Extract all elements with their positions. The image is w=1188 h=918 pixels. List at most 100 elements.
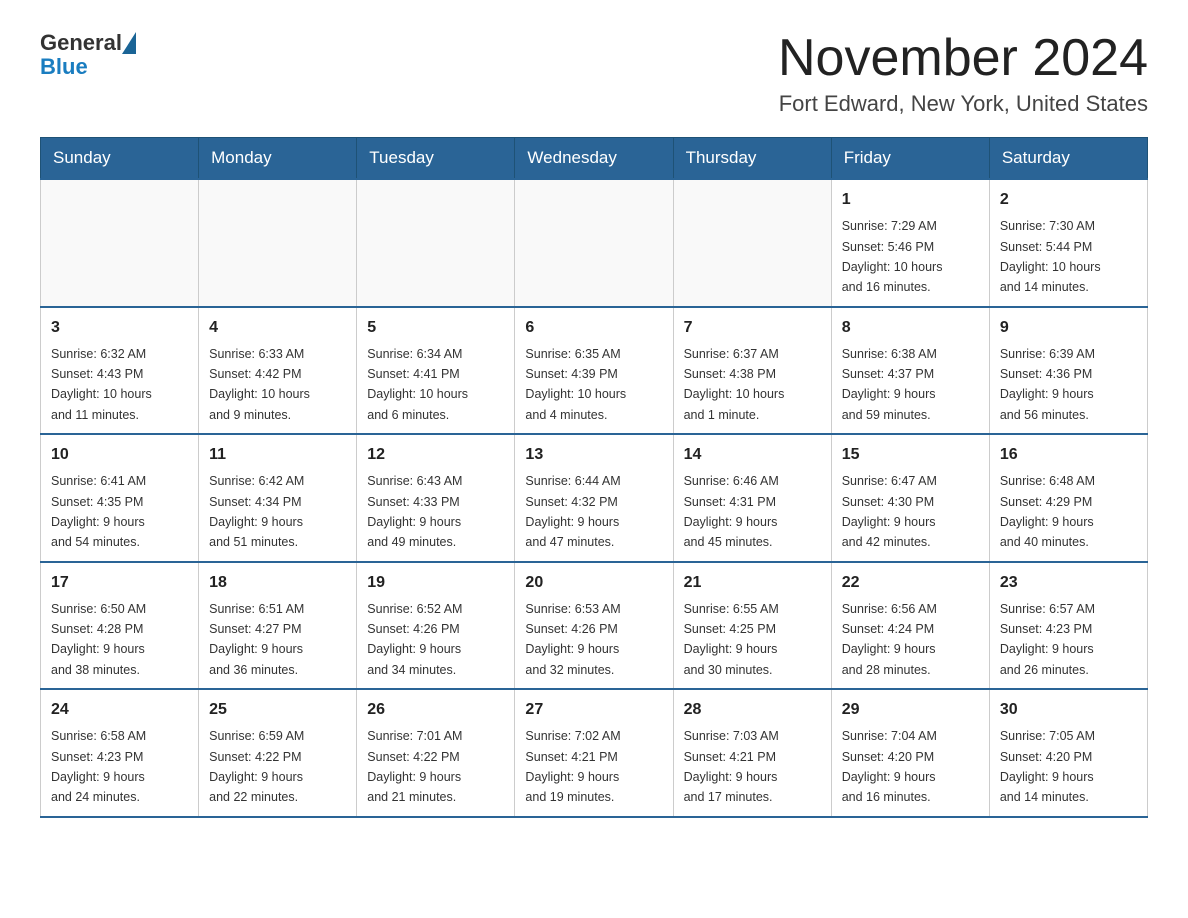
day-number: 30 — [1000, 698, 1137, 722]
calendar-day-cell: 28Sunrise: 7:03 AM Sunset: 4:21 PM Dayli… — [673, 689, 831, 817]
calendar-header-row: SundayMondayTuesdayWednesdayThursdayFrid… — [41, 138, 1148, 180]
calendar-day-cell — [357, 179, 515, 307]
calendar-day-cell — [515, 179, 673, 307]
day-info: Sunrise: 7:01 AM Sunset: 4:22 PM Dayligh… — [367, 729, 462, 804]
day-info: Sunrise: 6:51 AM Sunset: 4:27 PM Dayligh… — [209, 602, 304, 677]
day-of-week-header: Friday — [831, 138, 989, 180]
day-of-week-header: Monday — [199, 138, 357, 180]
calendar-week-row: 10 Sunrise: 6:41 AM Sunset: 4:35 PM Dayli… — [41, 434, 1148, 562]
calendar-day-cell: 16 Sunrise: 6:48 AM Sunset: 4:29 PM Dayli… — [989, 434, 1147, 562]
day-info: Sunrise: 6:34 AM Sunset: 4:41 PM Dayligh… — [367, 347, 468, 422]
calendar-table: SundayMondayTuesdayWednesdayThursdayFrid… — [40, 137, 1148, 818]
day-info: Sunrise: 6:33 AM Sunset: 4:42 PM Dayligh… — [209, 347, 310, 422]
day-number: 28 — [684, 698, 821, 722]
calendar-day-cell — [199, 179, 357, 307]
day-number: 17 — [51, 571, 188, 595]
day-info: Sunrise: 6:41 AM Sunset: 4:35 PM Dayligh… — [51, 474, 146, 549]
calendar-week-row: 24Sunrise: 6:58 AM Sunset: 4:23 PM Dayli… — [41, 689, 1148, 817]
day-of-week-header: Wednesday — [515, 138, 673, 180]
day-info: Sunrise: 6:59 AM Sunset: 4:22 PM Dayligh… — [209, 729, 304, 804]
day-of-week-header: Sunday — [41, 138, 199, 180]
day-number: 29 — [842, 698, 979, 722]
day-of-week-header: Saturday — [989, 138, 1147, 180]
day-number: 27 — [525, 698, 662, 722]
day-info: Sunrise: 7:30 AM Sunset: 5:44 PM Dayligh… — [1000, 219, 1101, 294]
calendar-day-cell: 4 Sunrise: 6:33 AM Sunset: 4:42 PM Daylig… — [199, 307, 357, 435]
day-info: Sunrise: 6:39 AM Sunset: 4:36 PM Dayligh… — [1000, 347, 1095, 422]
day-number: 19 — [367, 571, 504, 595]
calendar-day-cell: 24Sunrise: 6:58 AM Sunset: 4:23 PM Dayli… — [41, 689, 199, 817]
logo-blue-text: Blue — [40, 54, 136, 80]
calendar-day-cell: 1 Sunrise: 7:29 AM Sunset: 5:46 PM Daylig… — [831, 179, 989, 307]
calendar-day-cell: 22 Sunrise: 6:56 AM Sunset: 4:24 PM Dayli… — [831, 562, 989, 690]
day-number: 24 — [51, 698, 188, 722]
calendar-day-cell: 10 Sunrise: 6:41 AM Sunset: 4:35 PM Dayli… — [41, 434, 199, 562]
calendar-day-cell: 23Sunrise: 6:57 AM Sunset: 4:23 PM Dayli… — [989, 562, 1147, 690]
calendar-day-cell: 26 Sunrise: 7:01 AM Sunset: 4:22 PM Dayli… — [357, 689, 515, 817]
calendar-week-row: 17 Sunrise: 6:50 AM Sunset: 4:28 PM Dayli… — [41, 562, 1148, 690]
day-info: Sunrise: 7:04 AM Sunset: 4:20 PM Dayligh… — [842, 729, 937, 804]
day-number: 2 — [1000, 188, 1137, 212]
day-info: Sunrise: 6:52 AM Sunset: 4:26 PM Dayligh… — [367, 602, 462, 677]
day-info: Sunrise: 6:56 AM Sunset: 4:24 PM Dayligh… — [842, 602, 937, 677]
calendar-day-cell: 3 Sunrise: 6:32 AM Sunset: 4:43 PM Daylig… — [41, 307, 199, 435]
calendar-day-cell: 5Sunrise: 6:34 AM Sunset: 4:41 PM Daylig… — [357, 307, 515, 435]
calendar-day-cell: 17 Sunrise: 6:50 AM Sunset: 4:28 PM Dayli… — [41, 562, 199, 690]
day-info: Sunrise: 7:05 AM Sunset: 4:20 PM Dayligh… — [1000, 729, 1095, 804]
calendar-day-cell: 12 Sunrise: 6:43 AM Sunset: 4:33 PM Dayli… — [357, 434, 515, 562]
day-number: 1 — [842, 188, 979, 212]
page-header: General Blue November 2024 Fort Edward, … — [40, 30, 1148, 117]
day-info: Sunrise: 6:50 AM Sunset: 4:28 PM Dayligh… — [51, 602, 146, 677]
calendar-day-cell — [673, 179, 831, 307]
calendar-day-cell — [41, 179, 199, 307]
calendar-day-cell: 30 Sunrise: 7:05 AM Sunset: 4:20 PM Dayli… — [989, 689, 1147, 817]
day-number: 14 — [684, 443, 821, 467]
day-number: 15 — [842, 443, 979, 467]
location-title: Fort Edward, New York, United States — [778, 91, 1148, 117]
day-number: 12 — [367, 443, 504, 467]
day-info: Sunrise: 6:47 AM Sunset: 4:30 PM Dayligh… — [842, 474, 937, 549]
day-number: 26 — [367, 698, 504, 722]
day-number: 6 — [525, 316, 662, 340]
calendar-day-cell: 9 Sunrise: 6:39 AM Sunset: 4:36 PM Daylig… — [989, 307, 1147, 435]
day-number: 3 — [51, 316, 188, 340]
calendar-day-cell: 27 Sunrise: 7:02 AM Sunset: 4:21 PM Dayli… — [515, 689, 673, 817]
day-info: Sunrise: 6:42 AM Sunset: 4:34 PM Dayligh… — [209, 474, 304, 549]
day-number: 20 — [525, 571, 662, 595]
calendar-day-cell: 29 Sunrise: 7:04 AM Sunset: 4:20 PM Dayli… — [831, 689, 989, 817]
calendar-day-cell: 20 Sunrise: 6:53 AM Sunset: 4:26 PM Dayli… — [515, 562, 673, 690]
logo-triangle-icon — [122, 32, 136, 54]
calendar-day-cell: 8 Sunrise: 6:38 AM Sunset: 4:37 PM Daylig… — [831, 307, 989, 435]
day-number: 4 — [209, 316, 346, 340]
calendar-day-cell: 14Sunrise: 6:46 AM Sunset: 4:31 PM Dayli… — [673, 434, 831, 562]
day-number: 9 — [1000, 316, 1137, 340]
calendar-day-cell: 6 Sunrise: 6:35 AM Sunset: 4:39 PM Daylig… — [515, 307, 673, 435]
day-info: Sunrise: 6:48 AM Sunset: 4:29 PM Dayligh… — [1000, 474, 1095, 549]
day-number: 22 — [842, 571, 979, 595]
day-info: Sunrise: 6:32 AM Sunset: 4:43 PM Dayligh… — [51, 347, 152, 422]
day-info: Sunrise: 6:53 AM Sunset: 4:26 PM Dayligh… — [525, 602, 620, 677]
calendar-day-cell: 19 Sunrise: 6:52 AM Sunset: 4:26 PM Dayli… — [357, 562, 515, 690]
day-number: 16 — [1000, 443, 1137, 467]
day-info: Sunrise: 6:43 AM Sunset: 4:33 PM Dayligh… — [367, 474, 462, 549]
day-number: 10 — [51, 443, 188, 467]
calendar-day-cell: 11 Sunrise: 6:42 AM Sunset: 4:34 PM Dayli… — [199, 434, 357, 562]
day-number: 8 — [842, 316, 979, 340]
logo-general-text: General — [40, 30, 122, 55]
day-info: Sunrise: 6:44 AM Sunset: 4:32 PM Dayligh… — [525, 474, 620, 549]
day-info: Sunrise: 7:29 AM Sunset: 5:46 PM Dayligh… — [842, 219, 943, 294]
calendar-day-cell: 7Sunrise: 6:37 AM Sunset: 4:38 PM Daylig… — [673, 307, 831, 435]
day-number: 13 — [525, 443, 662, 467]
day-info: Sunrise: 6:38 AM Sunset: 4:37 PM Dayligh… — [842, 347, 937, 422]
day-info: Sunrise: 7:02 AM Sunset: 4:21 PM Dayligh… — [525, 729, 620, 804]
calendar-day-cell: 21Sunrise: 6:55 AM Sunset: 4:25 PM Dayli… — [673, 562, 831, 690]
title-section: November 2024 Fort Edward, New York, Uni… — [778, 30, 1148, 117]
day-info: Sunrise: 6:35 AM Sunset: 4:39 PM Dayligh… — [525, 347, 626, 422]
calendar-day-cell: 15 Sunrise: 6:47 AM Sunset: 4:30 PM Dayli… — [831, 434, 989, 562]
day-number: 21 — [684, 571, 821, 595]
day-of-week-header: Tuesday — [357, 138, 515, 180]
calendar-week-row: 1 Sunrise: 7:29 AM Sunset: 5:46 PM Daylig… — [41, 179, 1148, 307]
day-number: 11 — [209, 443, 346, 467]
day-number: 7 — [684, 316, 821, 340]
calendar-week-row: 3 Sunrise: 6:32 AM Sunset: 4:43 PM Daylig… — [41, 307, 1148, 435]
